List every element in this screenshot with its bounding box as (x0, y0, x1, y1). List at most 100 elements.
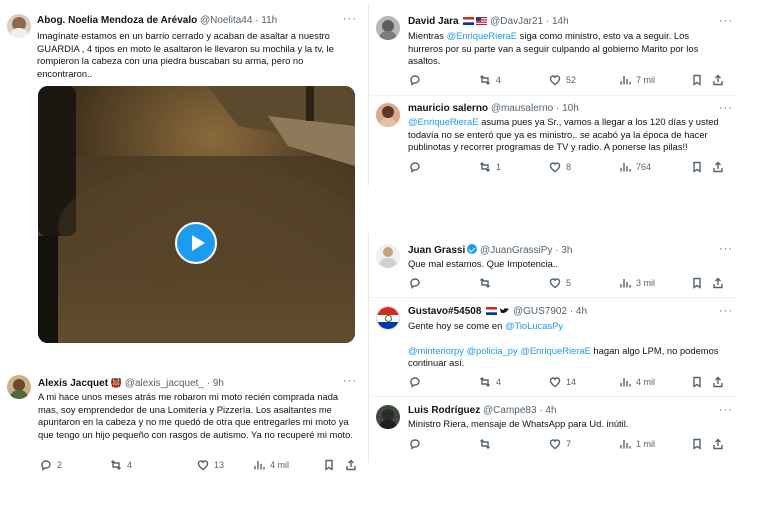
share-button[interactable] (345, 459, 357, 471)
tweet-header: mauricio salerno @mausalerno · 10h (408, 103, 579, 115)
retweet-icon (480, 75, 490, 85)
tweet-gustavo[interactable]: Gustavo#54508 @GUS7902 · 4h ··· Gente ho… (369, 298, 737, 394)
like-button[interactable]: 14 (549, 376, 576, 388)
bookmark-button[interactable] (691, 74, 703, 86)
author-handle[interactable]: @mausalerno (491, 103, 553, 114)
mention-link[interactable]: @EnriqueRieraE (447, 30, 518, 41)
like-button[interactable]: 5 (549, 277, 571, 289)
author-handle[interactable]: @alexis_jacquet_ (125, 378, 204, 389)
avatar[interactable] (7, 14, 31, 38)
like-icon (197, 460, 209, 471)
avatar[interactable] (7, 375, 31, 399)
reply-button[interactable]: 2 (40, 459, 62, 471)
share-icon (713, 438, 723, 450)
play-button[interactable] (175, 222, 217, 264)
tweet-header: Luis Rodríguez @Campe83 · 4h (408, 405, 557, 417)
more-icon[interactable]: ··· (343, 376, 357, 387)
reply-button[interactable] (409, 277, 421, 289)
share-button[interactable] (712, 438, 724, 450)
reply-button[interactable] (409, 74, 421, 86)
mention-link[interactable]: @EnriqueRieraE (408, 116, 479, 127)
retweet-button[interactable]: 4 (110, 459, 132, 471)
author-handle[interactable]: @Campe83 (483, 405, 537, 416)
reply-button[interactable] (409, 161, 421, 173)
share-button[interactable] (712, 277, 724, 289)
tweet-time[interactable]: · 11h (255, 15, 277, 26)
views-button[interactable]: 3 mil (619, 277, 655, 289)
retweet-button[interactable]: 4 (479, 74, 501, 86)
views-button[interactable]: 7 mil (619, 74, 655, 86)
avatar[interactable] (376, 16, 400, 40)
avatar[interactable] (376, 103, 400, 127)
tweet-time[interactable]: · 3h (555, 245, 572, 256)
retweet-icon (480, 377, 490, 387)
author-name[interactable]: Luis Rodríguez (408, 405, 480, 416)
tweet-david[interactable]: David Jara @DavJar21 · 14h ··· Mientras … (369, 5, 737, 93)
tweet-text: Mientras @EnriqueRieraE siga como minist… (408, 30, 726, 68)
author-name[interactable]: Juan Grassi (408, 245, 465, 256)
tweet-video[interactable] (38, 86, 355, 343)
tweet-time[interactable]: · 4h (539, 405, 556, 416)
tweet-time[interactable]: · 4h (570, 306, 587, 317)
retweet-button[interactable]: 1 (479, 161, 501, 173)
author-name[interactable]: mauricio salerno (408, 103, 488, 114)
views-button[interactable]: 764 (619, 161, 651, 173)
bookmark-button[interactable] (691, 161, 703, 173)
share-button[interactable] (712, 161, 724, 173)
author-handle[interactable]: @GUS7902 (513, 306, 567, 317)
tweet-time[interactable]: · 14h (546, 16, 569, 27)
views-count: 764 (636, 162, 652, 172)
share-button[interactable] (712, 74, 724, 86)
more-icon[interactable]: ··· (719, 16, 733, 27)
bookmark-button[interactable] (323, 459, 335, 471)
share-button[interactable] (712, 376, 724, 388)
tweet-noelia[interactable]: Abog. Noelia Mendoza de Arévalo @Noelita… (0, 0, 362, 350)
author-handle[interactable]: @Noelita44 (200, 15, 252, 26)
author-name[interactable]: Abog. Noelia Mendoza de Arévalo (37, 15, 197, 26)
author-handle[interactable]: @DavJar21 (490, 16, 543, 27)
more-icon[interactable]: ··· (719, 405, 733, 416)
tweet-alexis[interactable]: Alexis Jacquet 👹 @alexis_jacquet_ · 9h ·… (0, 365, 362, 485)
mention-link[interactable]: @EnriqueRieraE (520, 345, 591, 356)
retweet-count: 4 (496, 75, 502, 85)
like-button[interactable]: 8 (549, 161, 571, 173)
author-name[interactable]: David Jara (408, 16, 459, 27)
author-handle[interactable]: @JuanGrassiPy (480, 245, 552, 256)
tweet-time[interactable]: · 9h (207, 378, 224, 389)
bookmark-button[interactable] (691, 376, 703, 388)
mention-link[interactable]: @policia_py (467, 345, 518, 356)
bookmark-button[interactable] (691, 438, 703, 450)
bookmark-button[interactable] (691, 277, 703, 289)
avatar[interactable] (376, 244, 400, 268)
tweet-juan[interactable]: Juan Grassi @JuanGrassiPy · 3h ··· Que m… (369, 235, 737, 295)
retweet-button[interactable] (479, 438, 491, 450)
like-icon (549, 377, 561, 388)
like-button[interactable]: 52 (549, 74, 576, 86)
like-button[interactable]: 13 (197, 459, 224, 471)
more-icon[interactable]: ··· (719, 244, 733, 255)
mention-link[interactable]: @TioLucasPy (505, 320, 563, 331)
like-icon (549, 162, 561, 173)
retweet-count: 4 (496, 377, 502, 387)
views-button[interactable]: 4 mil (253, 459, 289, 471)
views-button[interactable]: 1 mil (619, 438, 655, 450)
tweet-luis[interactable]: Luis Rodríguez @Campe83 · 4h ··· Ministr… (369, 397, 737, 461)
more-icon[interactable]: ··· (343, 14, 357, 25)
retweet-button[interactable] (479, 277, 491, 289)
more-icon[interactable]: ··· (719, 103, 733, 114)
like-button[interactable]: 7 (549, 438, 571, 450)
avatar[interactable] (376, 405, 400, 429)
views-count: 4 mil (636, 377, 656, 387)
mention-link[interactable]: @minteriorpy (408, 345, 464, 356)
tweet-mauricio[interactable]: mauricio salerno @mausalerno · 10h ··· @… (369, 96, 737, 186)
views-button[interactable]: 4 mil (619, 376, 655, 388)
more-icon[interactable]: ··· (719, 306, 733, 317)
avatar[interactable] (376, 306, 400, 330)
reply-button[interactable] (409, 438, 421, 450)
retweet-button[interactable]: 4 (479, 376, 501, 388)
author-name[interactable]: Alexis Jacquet (38, 378, 108, 389)
text-part: Gente hoy se come en (408, 320, 505, 331)
reply-button[interactable] (409, 376, 421, 388)
tweet-time[interactable]: · 10h (556, 103, 579, 114)
author-name[interactable]: Gustavo#54508 (408, 306, 481, 317)
